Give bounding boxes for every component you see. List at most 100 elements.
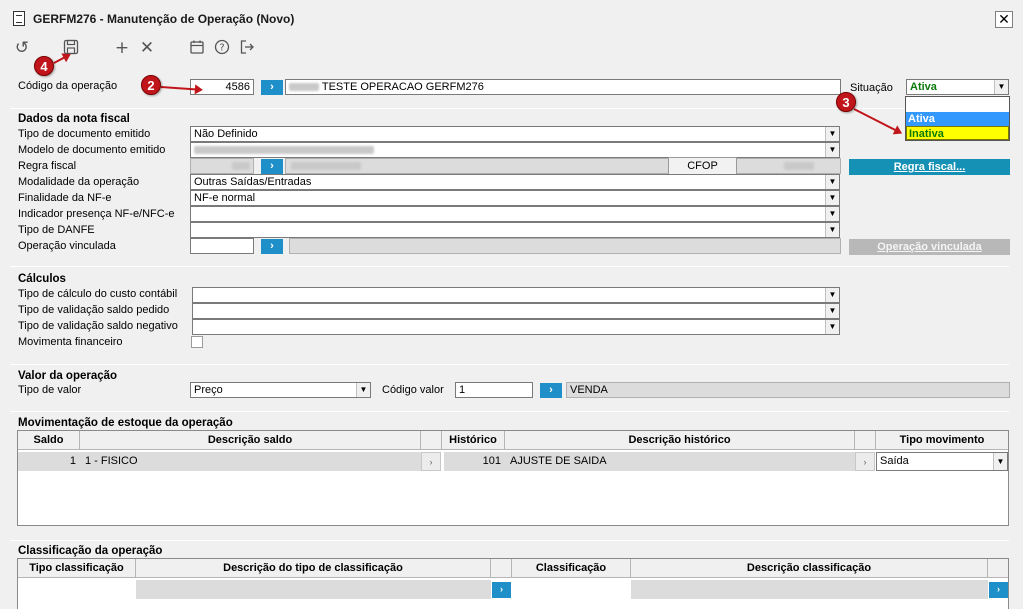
- tipo-lookup-button[interactable]: ›: [492, 582, 511, 598]
- refresh-icon[interactable]: ↺: [13, 39, 31, 57]
- exit-icon[interactable]: [238, 39, 256, 57]
- column-header-descricao-tipo[interactable]: Descrição do tipo de classificação: [136, 559, 491, 578]
- chevron-down-icon[interactable]: ▼: [825, 288, 839, 302]
- modelo-documento-label: Modelo de documento emitido: [18, 144, 166, 156]
- column-header-historico[interactable]: Histórico: [442, 431, 505, 450]
- calendar-icon[interactable]: [188, 39, 206, 57]
- situacao-dropdown: Ativa Inativa: [905, 96, 1010, 141]
- classificacao-section-title: Classificação da operação: [18, 545, 163, 557]
- cell-descricao-tipo[interactable]: [136, 580, 491, 599]
- step-marker-3: 3: [836, 92, 856, 112]
- column-header-descricao-historico[interactable]: Descrição histórico: [505, 431, 855, 450]
- column-header-tipo-movimento[interactable]: Tipo movimento: [876, 431, 1008, 450]
- document-icon: [13, 11, 25, 26]
- marker-arrow: [853, 108, 898, 132]
- step-marker-4: 4: [34, 56, 54, 76]
- custo-contabil-select[interactable]: ▼: [192, 287, 840, 303]
- finalidade-label: Finalidade da NF-e: [18, 192, 112, 204]
- column-header-tipo-classificacao[interactable]: Tipo classificação: [18, 559, 136, 578]
- movimenta-financeiro-checkbox[interactable]: [191, 336, 203, 348]
- tipo-valor-value: Preço: [194, 384, 223, 396]
- operacao-vinculada-input[interactable]: [190, 238, 254, 254]
- regra-fiscal-description: [285, 158, 841, 174]
- divider: [10, 364, 1009, 365]
- regra-fiscal-button[interactable]: Regra fiscal...: [849, 159, 1010, 175]
- modalidade-select[interactable]: Outras Saídas/Entradas ▼: [190, 174, 840, 190]
- redacted-text: [784, 162, 815, 171]
- divider: [10, 540, 1009, 541]
- modalidade-label: Modalidade da operação: [18, 176, 140, 188]
- tipo-documento-select[interactable]: Não Definido ▼: [190, 126, 840, 142]
- indicador-presenca-label: Indicador presença NF-e/NFC-e: [18, 208, 175, 220]
- tipo-movimento-value: Saída: [880, 455, 909, 467]
- modelo-documento-select[interactable]: ▼: [190, 142, 840, 158]
- tipo-documento-label: Tipo de documento emitido: [18, 128, 151, 140]
- column-header-blank: [988, 559, 1008, 578]
- situacao-option-inativa[interactable]: Inativa: [906, 126, 1009, 140]
- estoque-section-title: Movimentação de estoque da operação: [18, 417, 233, 429]
- operacao-vinculada-button[interactable]: Operação vinculada: [849, 239, 1010, 255]
- finalidade-select[interactable]: NF-e normal ▼: [190, 190, 840, 206]
- saldo-negativo-select[interactable]: ▼: [192, 319, 840, 335]
- tipo-valor-label: Tipo de valor: [18, 384, 82, 396]
- column-header-descricao-classificacao[interactable]: Descrição classificação: [631, 559, 988, 578]
- help-icon[interactable]: ?: [213, 39, 231, 57]
- divider: [10, 266, 1009, 267]
- saldo-pedido-select[interactable]: ▼: [192, 303, 840, 319]
- movimenta-financeiro-label: Movimenta financeiro: [18, 336, 123, 348]
- regra-fiscal-go-button[interactable]: ›: [261, 159, 283, 174]
- operacao-vinculada-go-button[interactable]: ›: [261, 239, 283, 254]
- chevron-down-icon[interactable]: ▼: [994, 80, 1008, 94]
- situacao-label: Situação: [850, 82, 893, 94]
- tipo-movimento-select[interactable]: Saída ▼: [876, 452, 1008, 471]
- custo-contabil-label: Tipo de cálculo do custo contábil: [18, 288, 178, 300]
- nota-fiscal-section-title: Dados da nota fiscal: [18, 113, 130, 125]
- cell-historico[interactable]: 101: [444, 452, 505, 471]
- saldo-lookup-button[interactable]: ›: [421, 452, 441, 471]
- estoque-grid: Saldo Descrição saldo Histórico Descriçã…: [17, 430, 1009, 526]
- situacao-option-ativa[interactable]: Ativa: [906, 112, 1009, 126]
- tipo-valor-select[interactable]: Preço ▼: [190, 382, 371, 398]
- column-header-classificacao[interactable]: Classificação: [512, 559, 631, 578]
- close-button[interactable]: ✕: [995, 11, 1013, 28]
- cell-descricao-historico[interactable]: AJUSTE DE SAIDA: [505, 452, 855, 471]
- redacted-text: [289, 83, 319, 92]
- delete-icon[interactable]: ✕: [138, 39, 156, 57]
- column-header-saldo[interactable]: Saldo: [18, 431, 80, 450]
- add-icon[interactable]: +: [113, 39, 131, 57]
- cell-descricao-saldo[interactable]: 1 - FISICO: [80, 452, 421, 471]
- chevron-down-icon[interactable]: ▼: [825, 223, 839, 237]
- title-bar: GERFM276 - Manutenção de Operação (Novo)…: [0, 0, 1023, 37]
- column-header-descricao-saldo[interactable]: Descrição saldo: [80, 431, 421, 450]
- chevron-down-icon[interactable]: ▼: [825, 207, 839, 221]
- valor-descricao: VENDA: [566, 382, 1010, 398]
- chevron-down-icon[interactable]: ▼: [993, 453, 1007, 470]
- step-marker-2: 2: [141, 75, 161, 95]
- redacted-text: [291, 162, 361, 171]
- tipo-danfe-label: Tipo de DANFE: [18, 224, 95, 236]
- chevron-down-icon[interactable]: ▼: [825, 143, 839, 157]
- chevron-down-icon[interactable]: ▼: [825, 127, 839, 141]
- codigo-valor-go-button[interactable]: ›: [540, 383, 562, 398]
- regra-fiscal-code-input[interactable]: [190, 158, 254, 174]
- codigo-operacao-go-button[interactable]: ›: [261, 80, 283, 95]
- chevron-down-icon[interactable]: ▼: [825, 320, 839, 334]
- saldo-pedido-label: Tipo de validação saldo pedido: [18, 304, 170, 316]
- column-header-blank: [855, 431, 876, 450]
- classificacao-lookup-button[interactable]: ›: [989, 582, 1008, 598]
- historico-lookup-button[interactable]: ›: [855, 452, 875, 471]
- indicador-presenca-select[interactable]: ▼: [190, 206, 840, 222]
- descricao-operacao-input[interactable]: TESTE OPERACAO GERFM276: [285, 79, 841, 95]
- cell-descricao-classificacao[interactable]: [631, 580, 988, 599]
- chevron-down-icon[interactable]: ▼: [825, 191, 839, 205]
- chevron-down-icon[interactable]: ▼: [356, 383, 370, 397]
- chevron-down-icon[interactable]: ▼: [825, 304, 839, 318]
- tipo-danfe-select[interactable]: ▼: [190, 222, 840, 238]
- chevron-down-icon[interactable]: ▼: [825, 175, 839, 189]
- finalidade-value: NF-e normal: [194, 192, 256, 204]
- cell-saldo[interactable]: 1: [18, 452, 80, 471]
- valor-section-title: Valor da operação: [18, 370, 118, 382]
- situacao-select[interactable]: Ativa ▼: [906, 79, 1009, 95]
- codigo-valor-input[interactable]: 1: [455, 382, 533, 398]
- codigo-operacao-label: Código da operação: [18, 80, 118, 92]
